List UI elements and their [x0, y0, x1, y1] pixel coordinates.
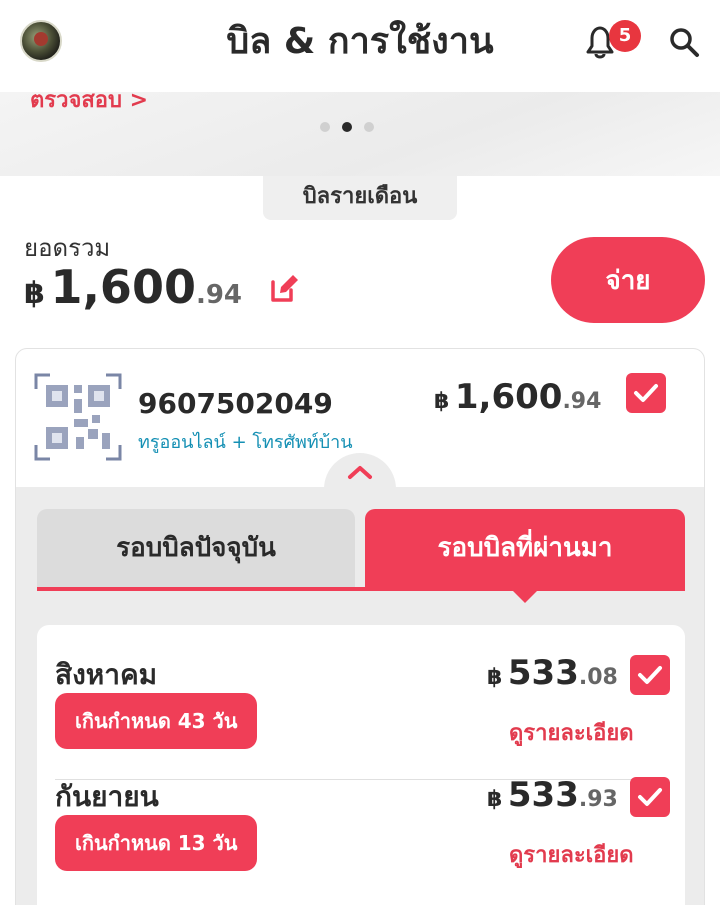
account-number: 9607502049: [138, 387, 333, 420]
bill-amount-decimal: .08: [578, 665, 618, 690]
carousel-dot[interactable]: [320, 122, 330, 132]
bill-amount: ฿ 533.93: [487, 775, 618, 815]
currency-symbol: ฿: [487, 787, 503, 812]
app-header: บิล & การใช้งาน 5: [0, 0, 720, 92]
bill-checkbox[interactable]: [630, 655, 670, 695]
view-details-link[interactable]: ดูรายละเอียด: [509, 715, 634, 750]
pay-button[interactable]: จ่าย: [551, 237, 705, 323]
total-amount: ฿ 1,600.94: [24, 260, 242, 314]
collapse-toggle[interactable]: [324, 453, 396, 489]
bill-checkbox[interactable]: [630, 777, 670, 817]
list-item: สิงหาคม เกินกำหนด 43 วัน ฿ 533.08 ดูรายล…: [37, 653, 685, 777]
overdue-badge: เกินกำหนด 43 วัน: [55, 693, 258, 749]
carousel-dot[interactable]: [364, 122, 374, 132]
currency-symbol: ฿: [434, 389, 450, 414]
account-checkbox[interactable]: [626, 373, 666, 413]
bill-amount-main: 533: [507, 775, 579, 815]
total-amount-decimal: .94: [195, 280, 243, 310]
bill-type-tab[interactable]: บิลรายเดือน: [263, 176, 457, 220]
overdue-badge: เกินกำหนด 13 วัน: [55, 815, 258, 871]
account-amount-decimal: .94: [562, 389, 602, 414]
bill-month: สิงหาคม: [55, 658, 158, 691]
check-icon: [638, 788, 662, 806]
qr-code-icon[interactable]: [34, 373, 122, 461]
check-icon: [638, 666, 662, 684]
edit-icon[interactable]: [267, 272, 301, 306]
notification-badge[interactable]: 5: [609, 20, 641, 52]
currency-symbol: ฿: [487, 665, 503, 690]
banner-link[interactable]: ตรวจสอบ >: [30, 92, 148, 117]
bill-amount: ฿ 533.08: [487, 653, 618, 693]
currency-symbol: ฿: [24, 276, 45, 311]
promo-banner[interactable]: ตรวจสอบ >: [0, 92, 720, 176]
chevron-up-icon: [348, 466, 372, 479]
search-icon[interactable]: [666, 24, 702, 60]
account-amount: ฿ 1,600.94: [434, 377, 601, 417]
tab-current-cycle[interactable]: รอบบิลปัจจุบัน: [37, 509, 355, 587]
check-icon: [634, 384, 658, 402]
tab-underline: [37, 587, 685, 591]
past-bills-list: สิงหาคม เกินกำหนด 43 วัน ฿ 533.08 ดูรายล…: [37, 625, 685, 905]
total-amount-main: 1,600: [50, 260, 196, 314]
carousel-dot-active[interactable]: [342, 122, 352, 132]
account-amount-main: 1,600: [454, 377, 563, 417]
account-card: 9607502049 ทรูออนไลน์ + โทรศัพท์บ้าน ฿ 1…: [15, 348, 705, 905]
tab-past-cycles[interactable]: รอบบิลที่ผ่านมา: [365, 509, 685, 587]
list-item: กันยายน เกินกำหนด 13 วัน ฿ 533.93 ดูรายล…: [37, 775, 685, 899]
carousel-dots: [320, 122, 374, 132]
account-service: ทรูออนไลน์ + โทรศัพท์บ้าน: [138, 432, 353, 453]
bill-amount-decimal: .93: [578, 787, 618, 812]
bill-month: กันยายน: [55, 780, 159, 813]
view-details-link[interactable]: ดูรายละเอียด: [509, 837, 634, 872]
bill-amount-main: 533: [507, 653, 579, 693]
tab-pointer: [511, 589, 539, 603]
